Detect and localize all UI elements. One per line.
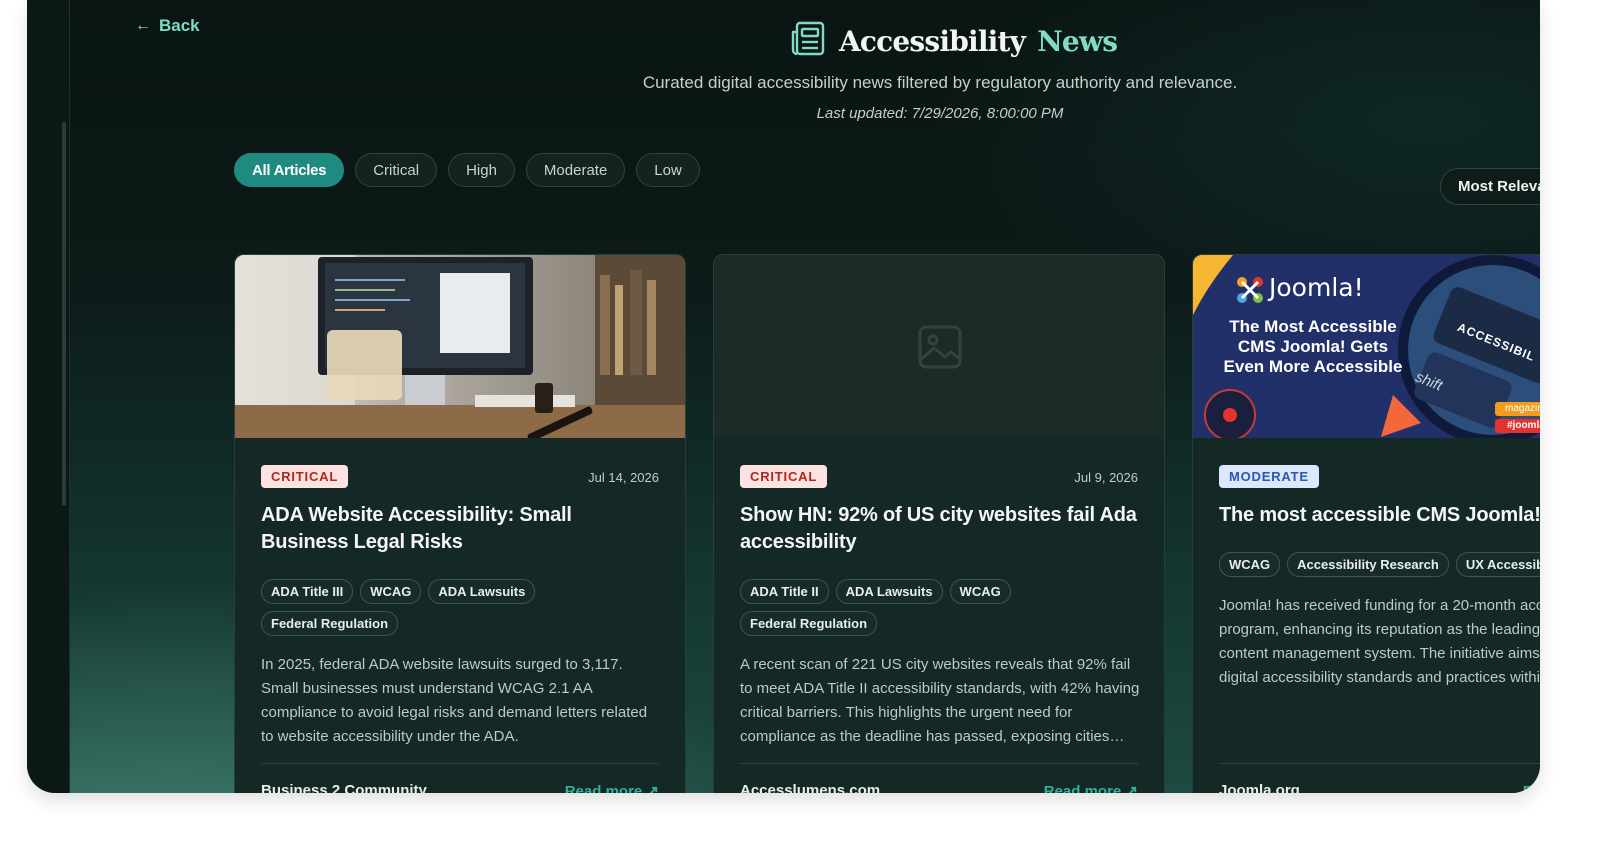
title-accent: News [1037,25,1118,58]
read-more-link[interactable]: Read more ↗ [565,782,659,793]
image-headline: The Most Accessible CMS Joomla! Gets Eve… [1223,317,1403,376]
back-button[interactable]: ← Back [135,16,200,36]
image-placeholder [714,255,1164,438]
tag: WCAG [949,579,1011,604]
sort-dropdown[interactable]: Most Relevant [1440,168,1540,205]
tag: Federal Regulation [261,611,399,636]
read-more-label: Read more [1043,783,1122,793]
severity-filters: All Articles Critical High Moderate Low [234,153,700,187]
article-card[interactable]: CRITICAL Jul 9, 2026 Show HN: 92% of US … [713,254,1165,793]
severity-badge: CRITICAL [740,465,828,488]
card-footer: Accesslumens.com Read more ↗ [740,763,1138,793]
article-source: Joomla.org [1219,782,1300,793]
severity-badge: CRITICAL [261,465,349,488]
joomla-logo-text: Joomla! [1269,273,1364,302]
article-title[interactable]: Show HN: 92% of US city websites fail Ad… [740,502,1138,556]
tag: Federal Regulation [740,611,878,636]
external-link-icon: ↗ [646,783,659,793]
article-card[interactable]: Joomla! The Most Accessible CMS Joomla! … [1192,254,1540,793]
article-date: Jul 9, 2026 [1074,470,1138,485]
page-title: Accessibility News [789,20,1118,63]
image-placeholder-icon [918,325,962,369]
article-description: Joomla! has received funding for a 20-mo… [1219,597,1540,686]
filter-critical[interactable]: Critical [355,153,438,187]
tag: Accessibility Research [1287,552,1449,577]
article-thumbnail: Joomla! The Most Accessible CMS Joomla! … [1193,255,1540,438]
tag: UX Accessibility [1455,552,1540,577]
external-link-icon: ↗ [1125,783,1138,793]
tag: ADA Lawsuits [428,579,536,604]
image-tag-joomla: #joomla [1507,420,1540,431]
page-subtitle: Curated digital accessibility news filte… [642,73,1238,92]
card-footer: Joomla.org Read more ↗ [1219,763,1540,793]
tag-list: ADA Title III WCAG ADA Lawsuits Federal … [261,579,661,636]
tag-list: ADA Title II ADA Lawsuits WCAG Federal R… [740,579,1140,636]
article-thumbnail [235,255,685,438]
article-source: Business 2 Community [261,782,427,793]
filter-low[interactable]: Low [636,153,700,187]
filter-high[interactable]: High [448,153,515,187]
read-more-label: Read more [1522,783,1540,793]
tag-list: WCAG Accessibility Research UX Accessibi… [1219,552,1540,577]
tag: WCAG [360,579,422,604]
severity-badge: MODERATE [1219,465,1319,488]
article-description: In 2025, federal ADA website lawsuits su… [261,656,648,745]
arrow-left-icon: ← [135,17,151,34]
read-more-label: Read more [564,783,643,793]
read-more-link[interactable]: Read more ↗ [1044,782,1138,793]
tag: ADA Lawsuits [835,579,943,604]
article-title[interactable]: The most accessible CMS Joomla! Gets eve… [1219,502,1540,529]
card-footer: Business 2 Community Read more ↗ [261,763,659,793]
filter-all-articles[interactable]: All Articles [234,153,345,187]
article-title[interactable]: ADA Website Accessibility: Small Busines… [261,502,659,556]
read-more-link[interactable]: Read more ↗ [1523,782,1540,793]
back-label: Back [159,16,200,35]
last-updated: Last updated: 7/29/2026, 8:00:00 PM [816,105,1064,122]
article-source: Accesslumens.com [740,782,881,793]
title-main: Accessibility [839,25,1026,58]
newspaper-icon [789,20,827,63]
article-description: A recent scan of 221 US city websites re… [740,656,1140,745]
filter-moderate[interactable]: Moderate [525,153,626,187]
tag: ADA Title II [740,579,829,604]
article-card[interactable]: CRITICAL Jul 14, 2026 ADA Website Access… [234,254,686,793]
tag: WCAG [1219,552,1281,577]
app-window: ← Back Accessibility News Curated digita… [27,0,1540,793]
image-tag-magazine: magazine [1505,403,1540,414]
tag: ADA Title III [261,579,354,604]
scrollbar-thumb[interactable] [62,122,66,506]
article-date: Jul 14, 2026 [588,470,659,485]
